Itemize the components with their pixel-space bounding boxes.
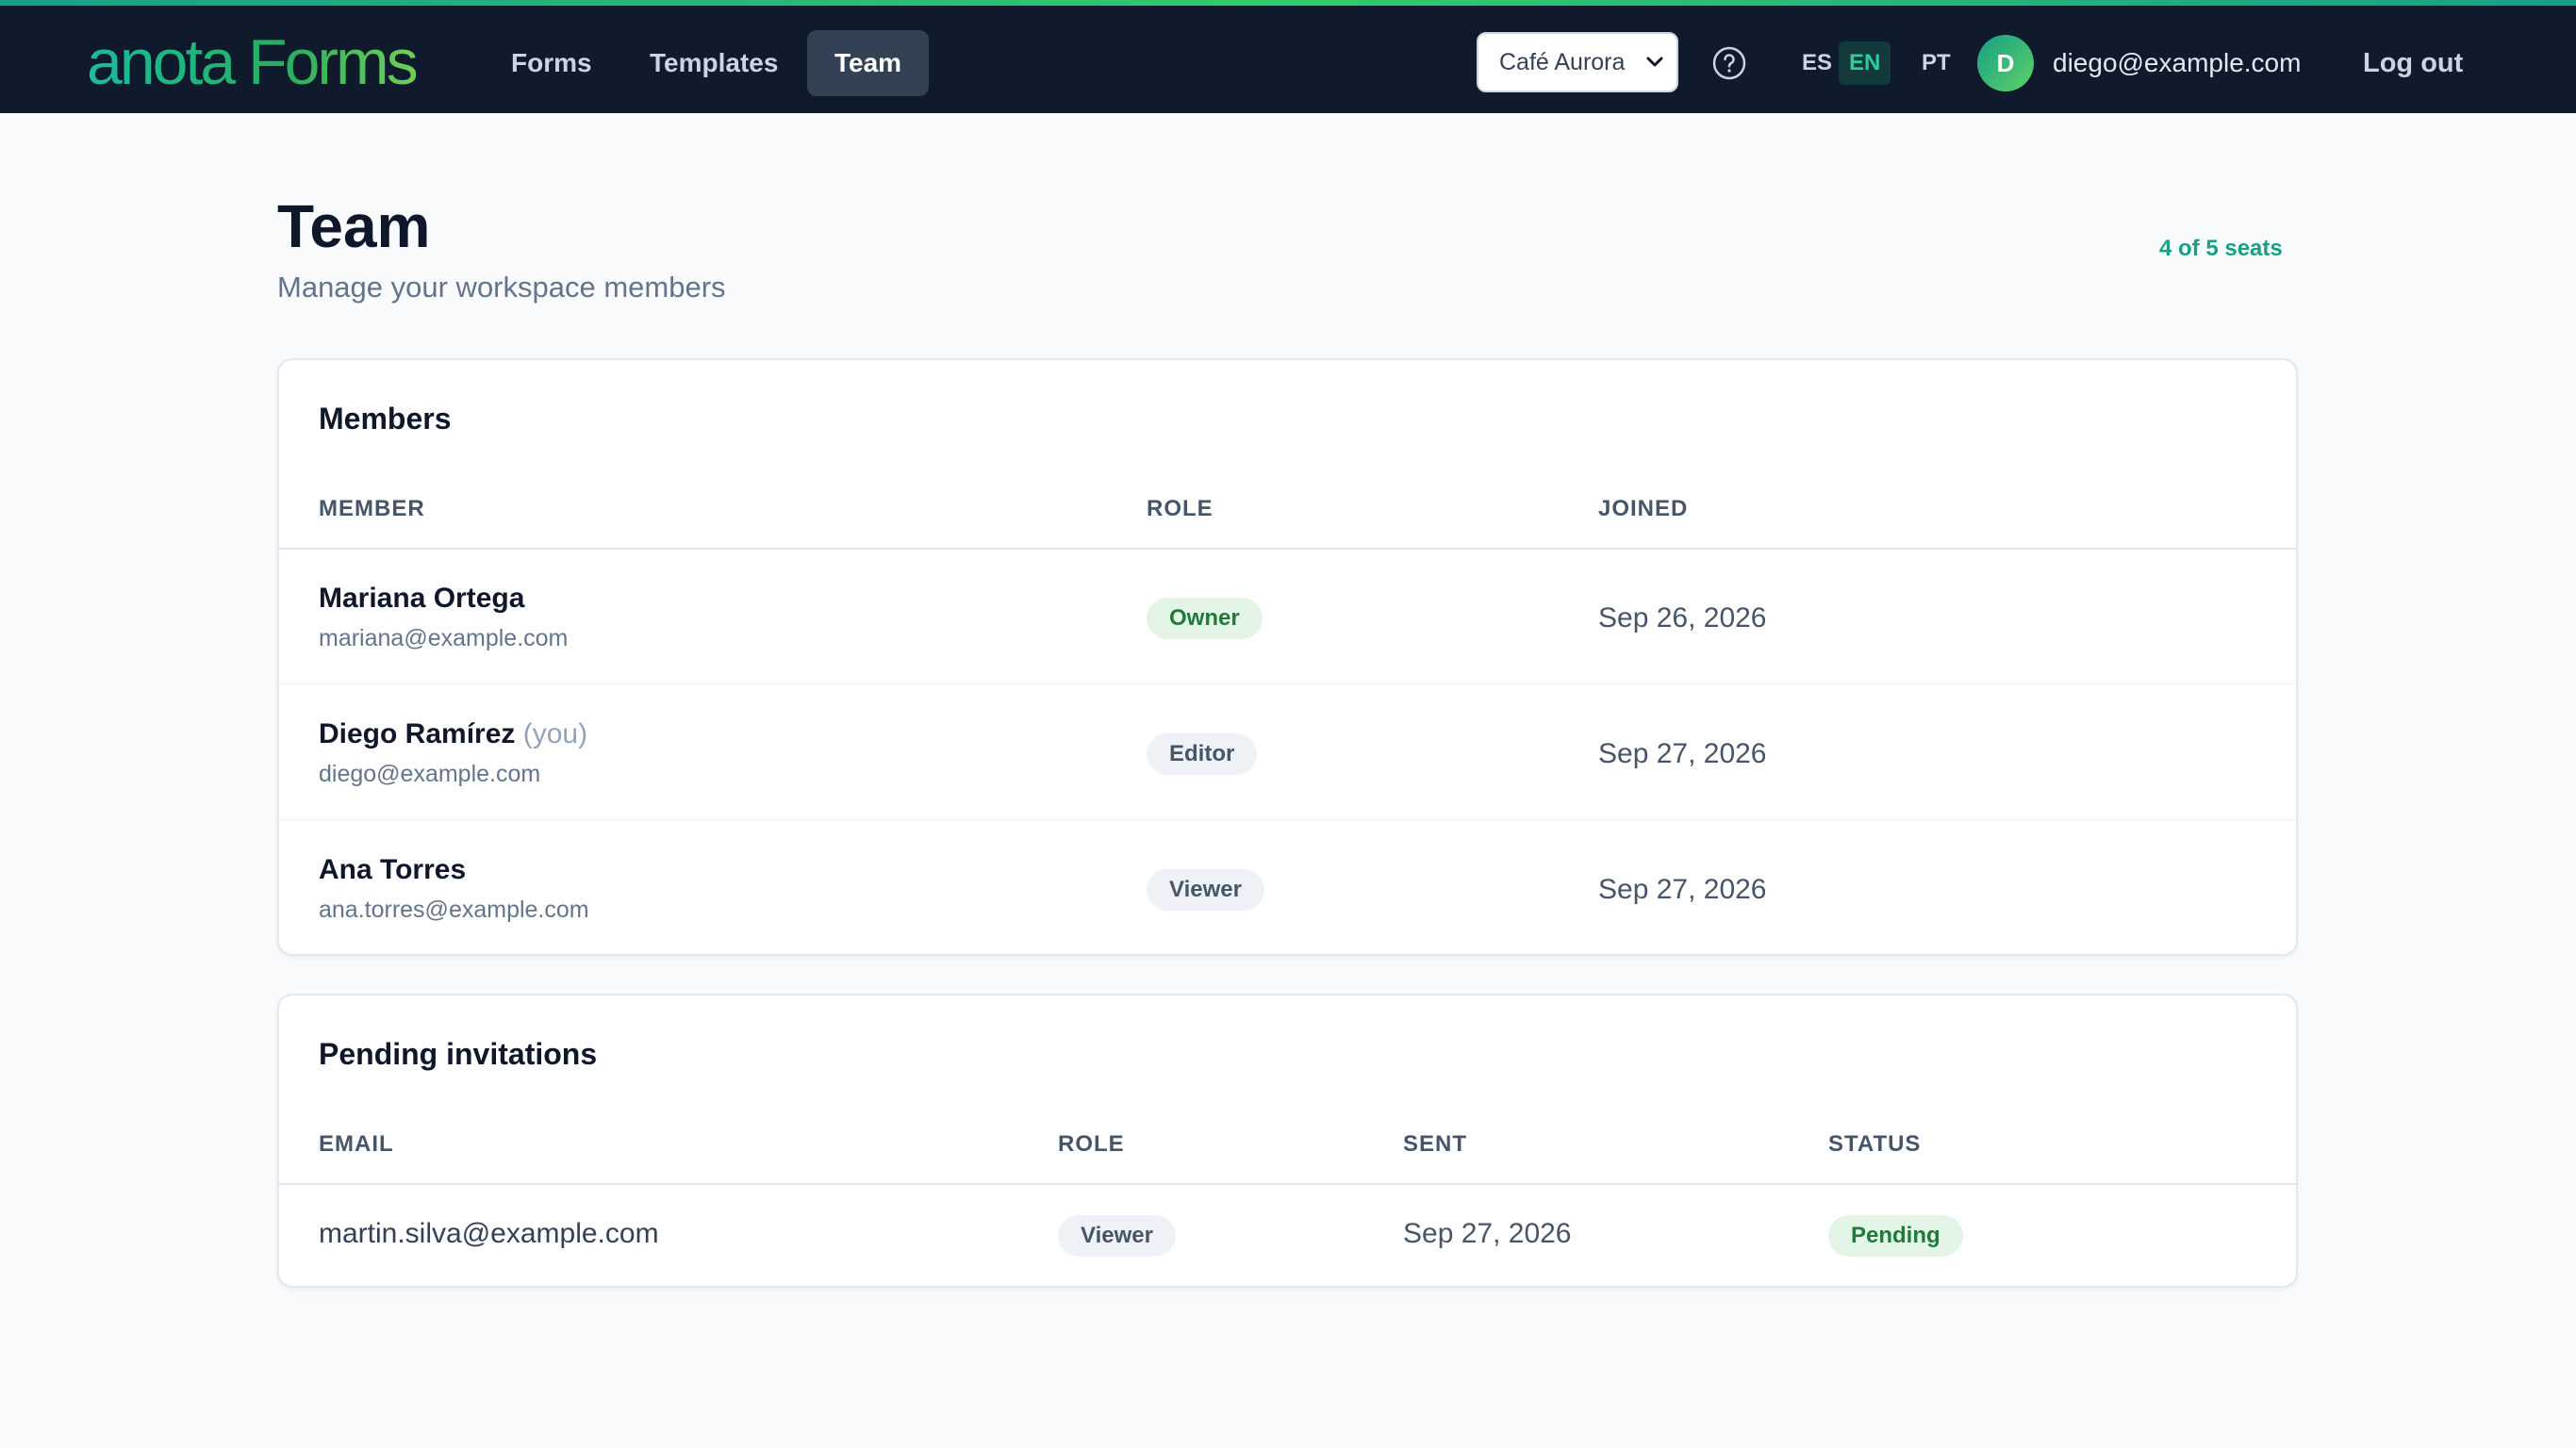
column-header-email: EMAIL [319, 1131, 394, 1157]
role-badge: Editor [1147, 733, 1258, 775]
member-email: diego@example.com [319, 761, 541, 787]
role-badge: Viewer [1147, 869, 1264, 911]
user-email: diego@example.com [2053, 48, 2302, 77]
seats-counter: 4 of 5 seats [2159, 236, 2283, 261]
joined-date: Sep 26, 2026 [1598, 602, 1767, 634]
nav-item-team[interactable]: Team [807, 30, 930, 96]
column-header-role: ROLE [1058, 1131, 1125, 1157]
avatar[interactable]: D [1977, 35, 2034, 91]
top-navigation-bar: anota Forms Forms Templates Team Café Au… [0, 0, 2576, 113]
member-email: ana.torres@example.com [319, 897, 589, 923]
language-en[interactable]: EN [1839, 41, 1891, 85]
question-circle-icon[interactable] [1712, 46, 1746, 80]
language-pt[interactable]: PT [1911, 41, 1961, 85]
invitations-card-title: Pending invitations [319, 1037, 598, 1071]
members-card: Members MEMBER ROLE JOINED Mariana Orteg… [277, 358, 2298, 956]
column-header-member: MEMBER [319, 496, 425, 521]
member-name: Ana Torres [319, 854, 467, 885]
sent-date: Sep 27, 2026 [1403, 1218, 1572, 1249]
workspace-select[interactable]: Café Aurora [1477, 32, 1678, 92]
joined-date: Sep 27, 2026 [1598, 738, 1767, 769]
column-header-sent: SENT [1403, 1131, 1468, 1157]
member-name-text: Diego Ramírez [319, 718, 516, 749]
status-badge: Pending [1828, 1215, 1963, 1257]
role-badge: Owner [1147, 598, 1263, 639]
table-header-divider [279, 1183, 2296, 1185]
page-title: Team [277, 192, 431, 260]
column-header-role: ROLE [1147, 496, 1214, 521]
column-header-status: STATUS [1828, 1131, 1922, 1157]
current-user-marker: (you) [522, 718, 588, 749]
app-logo[interactable]: anota Forms [87, 25, 419, 100]
nav-item-forms[interactable]: Forms [484, 30, 619, 96]
language-es[interactable]: ES [1792, 41, 1842, 85]
member-name: Mariana Ortega [319, 583, 525, 614]
row-divider [279, 819, 2296, 820]
table-header-divider [279, 548, 2296, 550]
row-divider [279, 683, 2296, 684]
page-subtitle: Manage your workspace members [277, 271, 726, 304]
member-email: mariana@example.com [319, 625, 569, 651]
invitation-email: martin.silva@example.com [319, 1218, 659, 1249]
pending-invitations-card: Pending invitations EMAIL ROLE SENT STAT… [277, 994, 2298, 1288]
role-badge: Viewer [1058, 1215, 1176, 1257]
nav-item-templates[interactable]: Templates [622, 30, 805, 96]
column-header-joined: JOINED [1598, 496, 1689, 521]
logout-button[interactable]: Log out [2363, 40, 2463, 87]
member-name: Diego Ramírez (you) [319, 718, 587, 750]
joined-date: Sep 27, 2026 [1598, 874, 1767, 905]
chevron-down-icon [1644, 34, 1665, 112]
workspace-select-value: Café Aurora [1499, 49, 1626, 75]
members-card-title: Members [319, 402, 452, 436]
